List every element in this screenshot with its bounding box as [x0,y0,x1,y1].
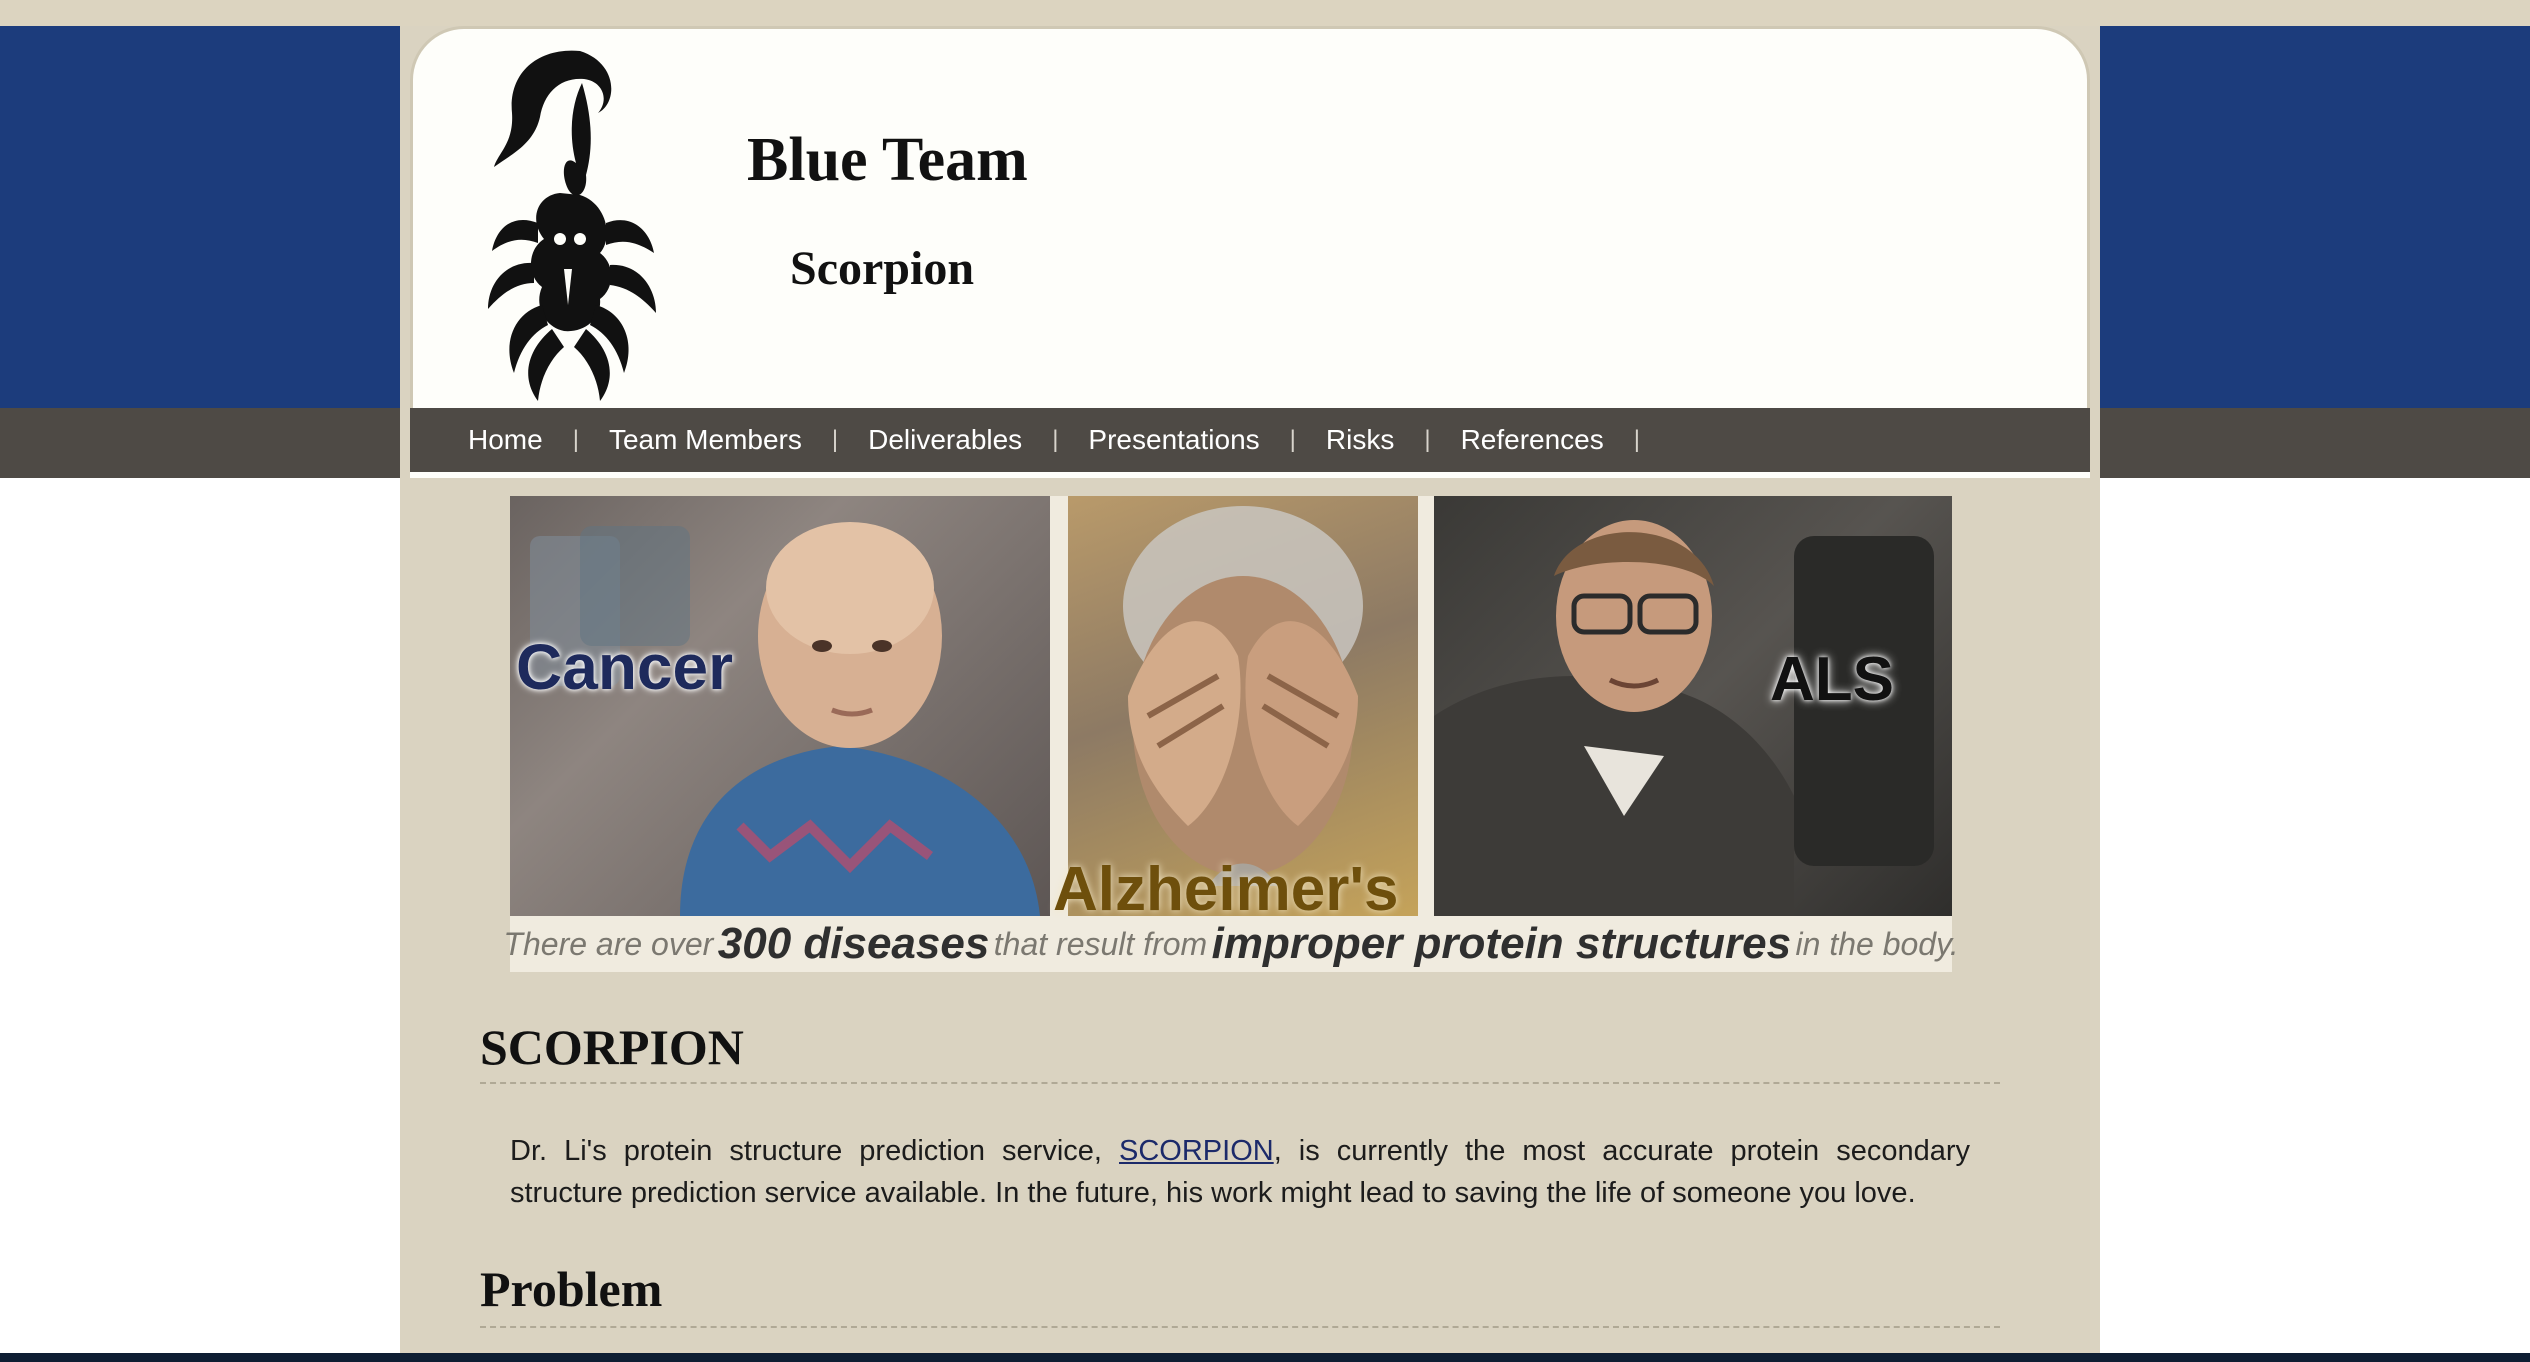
section-divider [480,1082,2000,1084]
caption-part: in the body. [1795,925,1959,962]
section-heading-problem: Problem [480,1261,663,1317]
top-strip [0,0,2530,26]
alzheimers-photo [1068,496,1418,916]
nav-item-deliverables[interactable]: Deliverables [868,424,1022,456]
nav-separator: | [1052,426,1059,453]
caption-part: that result from [993,925,1208,962]
als-label: ALS [1770,645,1894,714]
nav-bar: Home | Team Members | Deliverables | Pre… [410,408,2090,478]
site-subtitle: Scorpion [790,242,975,295]
cancer-photo [510,496,1050,916]
scorpion-logo-icon [488,50,656,401]
site-title: Blue Team [747,126,1028,194]
cancer-label: Cancer [516,631,733,703]
nav-list: Home | Team Members | Deliverables | Pre… [468,408,1670,472]
nav-separator: | [572,426,579,453]
banner-caption: There are over 300 diseases that result … [503,916,1958,972]
nav-item-references[interactable]: References [1461,424,1604,456]
child-portrait-icon [530,522,1040,916]
nav-separator: | [1424,426,1431,453]
page-container: Blue Team Scorpion Home | Team Members |… [400,26,2100,1353]
section-divider [480,1326,2000,1328]
caption-emphasis: improper protein structures [1211,919,1792,968]
caption-emphasis: 300 diseases [717,919,990,968]
nav-separator: | [1289,426,1296,453]
alzheimers-label: Alzheimer's [1053,855,1399,924]
elderly-person-icon [1123,506,1363,886]
caption-part: There are over [503,925,714,962]
nav-item-team-members[interactable]: Team Members [609,424,802,456]
nav-separator: | [831,426,839,453]
bottom-bar [0,1353,2530,1362]
disease-banner-image: Cancer Alzheimer's ALS There are over 30… [503,496,1959,972]
nav-item-home[interactable]: Home [468,424,543,456]
nav-item-risks[interactable]: Risks [1326,424,1394,456]
nav-item-presentations[interactable]: Presentations [1088,424,1259,456]
scorpion-link[interactable]: SCORPION [1119,1135,1274,1167]
intro-text: Dr. Li's protein structure prediction se… [510,1135,1120,1167]
nav-separator: | [1633,426,1640,453]
section-heading-scorpion: SCORPION [480,1019,744,1075]
scorpion-intro-paragraph: Dr. Li's protein structure prediction se… [510,1130,1970,1214]
header: Blue Team Scorpion [410,26,2090,408]
